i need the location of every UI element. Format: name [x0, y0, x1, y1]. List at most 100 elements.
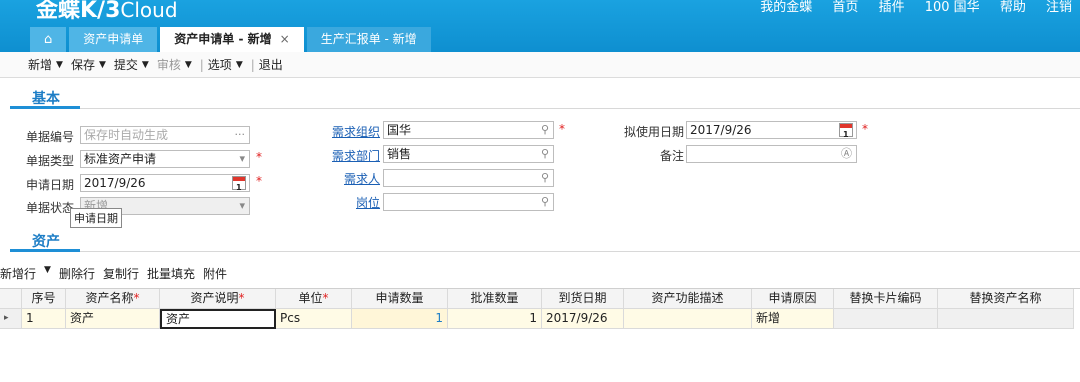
section-divider [10, 251, 1080, 252]
chevron-down-icon[interactable]: ▾ [239, 198, 245, 214]
new-dropdown-icon[interactable]: ▼ [56, 60, 63, 70]
section-divider [10, 108, 1080, 109]
header-link-plugin[interactable]: 插件 [879, 0, 905, 15]
multilang-icon[interactable]: Ⓐ [841, 146, 852, 162]
tab-asset-apply-new[interactable]: 资产申请单 - 新增 × [160, 27, 304, 52]
toolbar-separator: | [250, 57, 255, 72]
col-header-label: 替换资产名称 [969, 291, 1042, 305]
bill-no-field[interactable]: 保存时自动生成 ··· [80, 126, 250, 144]
search-icon[interactable]: ⚲ [541, 122, 549, 138]
remark-field[interactable]: Ⓐ [686, 145, 857, 163]
table-row[interactable]: ▸ 1 资产 资产 Pcs 1 1 2017/9/26 新增 [0, 309, 1080, 329]
cell-replace-name[interactable] [938, 309, 1074, 329]
options-button[interactable]: 选项 [208, 56, 232, 73]
post-label[interactable]: 岗位 [356, 194, 380, 211]
required-marker: * [862, 122, 868, 136]
demand-org-label[interactable]: 需求组织 [332, 123, 380, 140]
home-icon: ⌂ [44, 32, 53, 47]
tab-asset-apply-list[interactable]: 资产申请单 [69, 27, 158, 52]
col-header-label: 单位 [298, 291, 323, 305]
cell-asset-desc[interactable]: 资产 [160, 309, 276, 329]
plan-date-field[interactable]: 2017/9/26 1 [686, 121, 857, 139]
grid-header-row: 序号 资产名称* 资产说明* 单位* 申请数量 批准数量 到货日期 资产功能描述… [0, 289, 1080, 309]
grid-toolbar: 新增行 ▼ 删除行 复制行 批量填充 附件 [0, 265, 235, 282]
bill-type-select[interactable]: 标准资产申请 ▾ [80, 150, 250, 168]
demander-field[interactable]: ⚲ [383, 169, 554, 187]
header-link-logout[interactable]: 注销 [1046, 0, 1072, 15]
search-icon[interactable]: ⚲ [541, 170, 549, 186]
add-row-dropdown-icon[interactable]: ▼ [44, 265, 51, 282]
tab-home[interactable]: ⌂ [30, 27, 67, 52]
required-marker: * [559, 122, 565, 136]
bill-type-label: 单据类型 [26, 154, 75, 168]
bill-status-label: 单据状态 [26, 201, 75, 215]
attachment-button[interactable]: 附件 [203, 265, 227, 282]
col-header[interactable]: 资产名称* [66, 289, 160, 309]
apply-date-field[interactable]: 2017/9/26 1 [80, 174, 250, 192]
col-header[interactable]: 申请数量 [352, 289, 448, 309]
cell-reason[interactable]: 新增 [752, 309, 834, 329]
app-header: 金蝶K/3Cloud 我的金蝶 首页 插件 100 国华 帮助 注销 ⌂ 资产申… [0, 0, 1080, 52]
save-button[interactable]: 保存 [71, 56, 95, 73]
col-header[interactable]: 序号 [22, 289, 66, 309]
col-header[interactable]: 批准数量 [448, 289, 542, 309]
copy-row-button[interactable]: 复制行 [103, 265, 139, 282]
plan-date-label: 拟使用日期 [624, 125, 685, 139]
col-header[interactable]: 资产说明* [160, 289, 276, 309]
submit-dropdown-icon[interactable]: ▼ [142, 60, 149, 70]
cell-no[interactable]: 1 [22, 309, 66, 329]
cell-func-desc[interactable] [624, 309, 752, 329]
col-header[interactable]: 资产功能描述 [624, 289, 752, 309]
tab-production-report-new[interactable]: 生产汇报单 - 新增 [306, 27, 431, 52]
options-dropdown-icon[interactable]: ▼ [236, 60, 243, 70]
header-link-my-kingdee[interactable]: 我的金蝶 [760, 0, 812, 15]
demand-dept-field[interactable]: 销售 ⚲ [383, 145, 554, 163]
audit-dropdown-icon[interactable]: ▼ [185, 60, 192, 70]
demand-org-field[interactable]: 国华 ⚲ [383, 121, 554, 139]
cell-approve-qty[interactable]: 1 [448, 309, 542, 329]
cell-replace-code[interactable] [834, 309, 938, 329]
col-header-label: 替换卡片编码 [849, 291, 922, 305]
section-title-basic: 基本 [32, 91, 60, 107]
apply-date-tooltip: 申请日期 [70, 208, 122, 228]
post-field[interactable]: ⚲ [383, 193, 554, 211]
bill-no-label: 单据编号 [26, 130, 75, 144]
calendar-icon[interactable]: 1 [839, 123, 853, 138]
search-icon[interactable]: ⚲ [541, 146, 549, 162]
chevron-down-icon[interactable]: ▾ [239, 151, 245, 167]
submit-button[interactable]: 提交 [114, 56, 138, 73]
row-marker-icon[interactable]: ▸ [0, 309, 22, 329]
col-header[interactable]: 替换资产名称 [938, 289, 1074, 309]
col-header[interactable]: 到货日期 [542, 289, 624, 309]
demand-dept-label[interactable]: 需求部门 [332, 147, 380, 164]
more-icon[interactable]: ··· [235, 127, 246, 143]
col-header[interactable]: 单位* [276, 289, 352, 309]
demander-label[interactable]: 需求人 [344, 170, 380, 187]
batch-fill-button[interactable]: 批量填充 [147, 265, 195, 282]
header-link-help[interactable]: 帮助 [1000, 0, 1026, 15]
col-header-label: 申请原因 [768, 291, 817, 305]
cell-apply-qty[interactable]: 1 [352, 309, 448, 329]
delete-row-button[interactable]: 删除行 [59, 265, 95, 282]
close-icon[interactable]: × [280, 32, 290, 46]
required-marker: * [133, 291, 140, 305]
add-row-button[interactable]: 新增行 [0, 265, 36, 282]
search-icon[interactable]: ⚲ [541, 194, 549, 210]
audit-button[interactable]: 审核 [157, 56, 181, 73]
cell-unit[interactable]: Pcs [276, 309, 352, 329]
cell-asset-name[interactable]: 资产 [66, 309, 160, 329]
row-marker-header [0, 289, 22, 309]
tab-bar: ⌂ 资产申请单 资产申请单 - 新增 × 生产汇报单 - 新增 [30, 27, 434, 52]
calendar-icon[interactable]: 1 [232, 176, 246, 191]
new-button[interactable]: 新增 [28, 56, 52, 73]
col-header-label: 申请数量 [375, 291, 424, 305]
required-marker: * [256, 150, 262, 164]
header-link-home[interactable]: 首页 [832, 0, 858, 15]
exit-button[interactable]: 退出 [259, 56, 283, 73]
cell-arrive-date[interactable]: 2017/9/26 [542, 309, 624, 329]
save-dropdown-icon[interactable]: ▼ [99, 60, 106, 70]
asset-grid: 序号 资产名称* 资产说明* 单位* 申请数量 批准数量 到货日期 资产功能描述… [0, 288, 1080, 329]
col-header[interactable]: 申请原因 [752, 289, 834, 309]
header-link-org[interactable]: 100 国华 [925, 0, 980, 15]
col-header[interactable]: 替换卡片编码 [834, 289, 938, 309]
